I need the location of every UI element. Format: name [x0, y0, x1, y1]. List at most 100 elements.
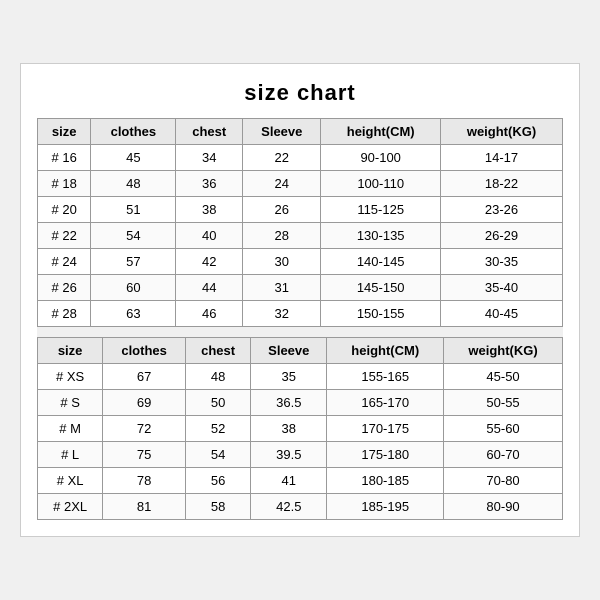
- table-row: # 18483624100-11018-22: [38, 171, 563, 197]
- table-cell: 81: [103, 494, 186, 520]
- table-cell: 58: [185, 494, 250, 520]
- table-cell: 70-80: [444, 468, 563, 494]
- table-cell: 145-150: [321, 275, 441, 301]
- column-header: height(CM): [327, 338, 444, 364]
- table-cell: 48: [91, 171, 176, 197]
- table-cell: 24: [243, 171, 321, 197]
- table-cell: 31: [243, 275, 321, 301]
- size-table-1: sizeclotheschestSleeveheight(CM)weight(K…: [37, 118, 563, 327]
- table-cell: 54: [91, 223, 176, 249]
- table-row: # M725238170-17555-60: [38, 416, 563, 442]
- table-cell: 30: [243, 249, 321, 275]
- table-cell: 26: [243, 197, 321, 223]
- table-cell: # 22: [38, 223, 91, 249]
- table-cell: 44: [176, 275, 243, 301]
- column-header: chest: [176, 119, 243, 145]
- table-row: # 2XL815842.5185-19580-90: [38, 494, 563, 520]
- column-header: weight(KG): [444, 338, 563, 364]
- table-cell: 52: [185, 416, 250, 442]
- table-cell: # M: [38, 416, 103, 442]
- table-cell: 60: [91, 275, 176, 301]
- table-cell: 50: [185, 390, 250, 416]
- table-cell: 36.5: [251, 390, 327, 416]
- table-cell: 40-45: [441, 301, 563, 327]
- table-cell: 45-50: [444, 364, 563, 390]
- table-cell: 180-185: [327, 468, 444, 494]
- size-table-2: sizeclotheschestSleeveheight(CM)weight(K…: [37, 337, 563, 520]
- table-row: # 24574230140-14530-35: [38, 249, 563, 275]
- table-cell: 78: [103, 468, 186, 494]
- table-cell: 130-135: [321, 223, 441, 249]
- table-cell: 150-155: [321, 301, 441, 327]
- column-header: chest: [185, 338, 250, 364]
- table-row: # 22544028130-13526-29: [38, 223, 563, 249]
- table-cell: 42: [176, 249, 243, 275]
- table-cell: 48: [185, 364, 250, 390]
- table-cell: 35: [251, 364, 327, 390]
- table-cell: 28: [243, 223, 321, 249]
- table-cell: # 16: [38, 145, 91, 171]
- table-cell: 41: [251, 468, 327, 494]
- table-cell: 165-170: [327, 390, 444, 416]
- table-cell: 55-60: [444, 416, 563, 442]
- table-row: # XS674835155-16545-50: [38, 364, 563, 390]
- table-cell: 45: [91, 145, 176, 171]
- table-cell: 42.5: [251, 494, 327, 520]
- table-row: # 26604431145-15035-40: [38, 275, 563, 301]
- column-header: clothes: [103, 338, 186, 364]
- table-cell: 38: [251, 416, 327, 442]
- table-cell: 22: [243, 145, 321, 171]
- table-cell: 185-195: [327, 494, 444, 520]
- table-cell: 100-110: [321, 171, 441, 197]
- table-cell: 170-175: [327, 416, 444, 442]
- table-cell: # XS: [38, 364, 103, 390]
- table-cell: # 26: [38, 275, 91, 301]
- table-cell: 32: [243, 301, 321, 327]
- table-cell: # 28: [38, 301, 91, 327]
- table-cell: 56: [185, 468, 250, 494]
- table-cell: 40: [176, 223, 243, 249]
- table-cell: # 24: [38, 249, 91, 275]
- table-cell: 69: [103, 390, 186, 416]
- table-cell: 60-70: [444, 442, 563, 468]
- table-cell: 18-22: [441, 171, 563, 197]
- table-cell: 80-90: [444, 494, 563, 520]
- column-header: clothes: [91, 119, 176, 145]
- table-cell: 26-29: [441, 223, 563, 249]
- table-cell: 75: [103, 442, 186, 468]
- table-cell: 155-165: [327, 364, 444, 390]
- column-header: Sleeve: [243, 119, 321, 145]
- section-divider: [37, 327, 563, 337]
- table-cell: # 20: [38, 197, 91, 223]
- table-cell: 51: [91, 197, 176, 223]
- size-chart-card: size chart sizeclotheschestSleeveheight(…: [20, 63, 580, 537]
- table-row: # 20513826115-12523-26: [38, 197, 563, 223]
- table-cell: 23-26: [441, 197, 563, 223]
- column-header: size: [38, 119, 91, 145]
- table-cell: 63: [91, 301, 176, 327]
- chart-title: size chart: [37, 80, 563, 106]
- table-cell: 72: [103, 416, 186, 442]
- table-row: # XL785641180-18570-80: [38, 468, 563, 494]
- column-header: weight(KG): [441, 119, 563, 145]
- table-cell: 34: [176, 145, 243, 171]
- table-cell: 35-40: [441, 275, 563, 301]
- table-cell: # XL: [38, 468, 103, 494]
- table-cell: 14-17: [441, 145, 563, 171]
- table-cell: 54: [185, 442, 250, 468]
- table-cell: 175-180: [327, 442, 444, 468]
- table-cell: # 18: [38, 171, 91, 197]
- table-row: # S695036.5165-17050-55: [38, 390, 563, 416]
- table-cell: 67: [103, 364, 186, 390]
- table-cell: # L: [38, 442, 103, 468]
- table-cell: 57: [91, 249, 176, 275]
- table-row: # 1645342290-10014-17: [38, 145, 563, 171]
- column-header: size: [38, 338, 103, 364]
- table-row: # L755439.5175-18060-70: [38, 442, 563, 468]
- table-cell: 38: [176, 197, 243, 223]
- table-row: # 28634632150-15540-45: [38, 301, 563, 327]
- table-cell: 36: [176, 171, 243, 197]
- table-cell: 46: [176, 301, 243, 327]
- table-cell: 140-145: [321, 249, 441, 275]
- table-cell: 50-55: [444, 390, 563, 416]
